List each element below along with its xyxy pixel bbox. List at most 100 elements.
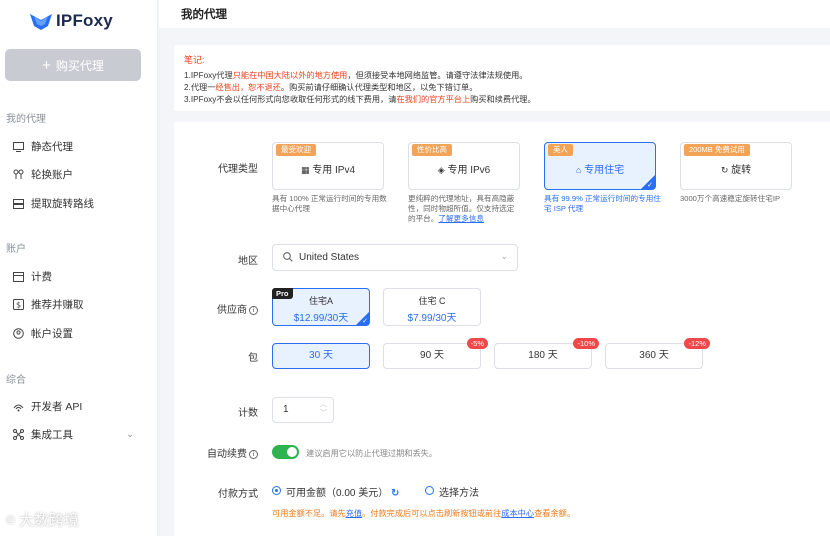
- proxy-type-ipv4[interactable]: 最受欢迎 ▦ 专用 IPv4: [272, 142, 384, 190]
- logo[interactable]: IPFoxy: [30, 10, 113, 32]
- server-icon: [12, 198, 24, 210]
- chevron-down-icon[interactable]: ⌄: [126, 429, 134, 440]
- proxy-type-title-text: 专用住宅: [584, 165, 625, 176]
- notice-highlight: 只能在中国大陆以外的地方使用: [232, 71, 348, 80]
- notice-line-1: 1.IPFoxy代理只能在中国大陆以外的地方使用，但须接受本地网络监管。请遵守法…: [184, 69, 527, 81]
- proxy-type-title: ⌂ 专用住宅: [545, 161, 655, 176]
- count-value: 1: [283, 404, 289, 415]
- sidebar-item-label: 帐户设置: [31, 328, 73, 340]
- supplier-option-a[interactable]: Pro 住宅A $12.99/30天 ✓: [272, 288, 370, 326]
- home-icon: ⌂: [575, 165, 582, 175]
- buy-proxy-button[interactable]: + 购买代理: [5, 49, 141, 81]
- proxy-type-ipv6[interactable]: 性价比高 ◈ 专用 IPv6: [408, 142, 520, 190]
- plus-icon: +: [42, 56, 51, 74]
- warning-text: 。付款完成后可以点击刷新按钮或前往: [362, 509, 502, 518]
- supplier-price: $7.99/30天: [407, 313, 457, 324]
- rotate-icon: ↻: [720, 165, 729, 175]
- fox-logo-icon: [30, 14, 52, 30]
- payment-balance-radio[interactable]: [272, 486, 281, 495]
- discount-badge: -5%: [466, 338, 488, 349]
- supplier-label: 供应商 i: [188, 301, 258, 316]
- supplier-option-c[interactable]: 住宅 C $7.99/30天: [383, 288, 481, 326]
- tag-badge: 美人: [548, 144, 573, 156]
- sidebar-item-billing[interactable]: 计费: [12, 269, 52, 284]
- recharge-link[interactable]: 充值: [346, 509, 362, 518]
- grid-icon: ▦: [300, 165, 310, 175]
- proxy-type-title: ↻ 旋转: [681, 161, 791, 176]
- proxy-type-desc: 具有 100% 正常运行时间的专用数据中心代理: [272, 194, 387, 213]
- package-label: 包: [248, 353, 258, 364]
- auto-renew-toggle[interactable]: [272, 445, 299, 459]
- sidebar-item-account-settings[interactable]: 帐户设置: [12, 326, 73, 341]
- sidebar-item-referral[interactable]: $ 推荐并赚取: [12, 297, 84, 312]
- buy-proxy-label: 购买代理: [55, 58, 104, 73]
- refresh-icon[interactable]: ↻: [391, 488, 399, 499]
- proxy-type-rotating[interactable]: 200MB 免费试用 ↻ 旋转: [680, 142, 792, 190]
- sidebar-item-label: 提取旋转路线: [31, 198, 94, 210]
- sidebar-item-rotating-account[interactable]: 轮换账户: [12, 167, 73, 182]
- sidebar-section-title: 我的代理: [6, 114, 46, 125]
- payment-balance-option[interactable]: 可用金额（0.00 美元） ↻: [286, 484, 399, 499]
- package-180-days[interactable]: 180 天 -10%: [494, 338, 599, 369]
- payment-method-option[interactable]: 选择方法: [439, 484, 479, 499]
- warning-text: 可用金额不足。请先: [272, 509, 346, 518]
- notice-text: 。购买前请仔细确认代理类型和地区，以免下错订单。: [280, 83, 478, 92]
- region-label: 地区: [238, 256, 258, 267]
- balance-amount: （0.00 美元）: [326, 488, 389, 499]
- sidebar-item-extract-route[interactable]: 提取旋转路线: [12, 196, 94, 211]
- discount-badge: -10%: [573, 338, 599, 349]
- package-90-days[interactable]: 90 天 -5%: [383, 338, 488, 369]
- watermark: © 大数跨境: [6, 509, 79, 530]
- region-select[interactable]: United States ⌄: [272, 244, 518, 271]
- tools-icon: [12, 429, 24, 441]
- sidebar-item-label: 推荐并赚取: [31, 299, 84, 311]
- check-icon: ✓: [362, 318, 368, 325]
- sidebar-item-static-proxy[interactable]: 静态代理: [12, 139, 73, 154]
- proxy-type-residential[interactable]: 美人 ⌂ 专用住宅 ✓: [544, 142, 656, 190]
- proxy-type-title: ◈ 专用 IPv6: [409, 161, 519, 176]
- api-icon: [12, 401, 24, 413]
- payment-option-text: 可用金额: [286, 488, 326, 499]
- monitor-icon: [12, 141, 24, 153]
- learn-more-link[interactable]: 了解更多信息: [438, 214, 484, 223]
- stepper-arrows-icon[interactable]: ︿ ﹀: [320, 400, 327, 418]
- search-icon: [283, 252, 293, 265]
- warning-text: 查看余额。: [534, 509, 576, 518]
- settings-icon: [12, 328, 24, 340]
- sidebar-item-label: 静态代理: [31, 141, 73, 153]
- pro-badge: Pro: [272, 288, 293, 299]
- info-icon[interactable]: i: [249, 306, 258, 315]
- cost-center-link[interactable]: 成本中心: [501, 509, 534, 518]
- payment-method-radio[interactable]: [425, 486, 434, 495]
- tag-badge: 最受欢迎: [276, 144, 316, 156]
- proxy-type-title: ▦ 专用 IPv4: [273, 161, 383, 176]
- count-stepper[interactable]: 1 ︿ ﹀: [272, 397, 334, 423]
- auto-renew-label-text: 自动续费: [207, 449, 247, 460]
- notice-line-3: 3.IPFoxy不会以任何形式向您收取任何形式的线下费用，请在我们的官方平台上购…: [184, 93, 536, 105]
- notice-text: 购买和续费代理。: [470, 95, 536, 104]
- notice-text: 2.代理一: [184, 83, 216, 92]
- notice-text: ，但须接受本地网络监管。请遵守法律法规使用。: [347, 71, 528, 80]
- sidebar-item-integration-tools[interactable]: 集成工具 ⌄: [12, 427, 134, 442]
- layers-icon: ◈: [437, 165, 445, 175]
- proxy-type-title-text: 专用 IPv4: [312, 165, 356, 176]
- page-title: 我的代理: [181, 9, 227, 21]
- package-label-text: 90 天: [420, 350, 444, 361]
- brand-name: IPFoxy: [56, 11, 113, 30]
- notice-line-2: 2.代理一经售出，恕不退还。购买前请仔细确认代理类型和地区，以免下错订单。: [184, 81, 477, 93]
- package-360-days[interactable]: 360 天 -12%: [605, 338, 710, 369]
- count-label: 计数: [238, 408, 258, 419]
- sidebar-item-developer-api[interactable]: 开发者 API: [12, 399, 82, 414]
- info-icon[interactable]: i: [249, 450, 258, 459]
- referral-icon: $: [12, 299, 24, 311]
- supplier-name: 住宅 C: [418, 296, 446, 306]
- auto-renew-hint: 建议启用它以防止代理过期和丢失。: [306, 449, 438, 458]
- proxy-type-title-text: 专用 IPv6: [447, 165, 491, 176]
- notice-heading: 笔记:: [184, 55, 205, 65]
- notice-highlight: 在我们的官方平台上: [396, 95, 471, 104]
- package-30-days[interactable]: 30 天: [272, 343, 370, 369]
- svg-text:$: $: [16, 301, 21, 310]
- toggle-knob: [287, 447, 297, 457]
- notice-text: 3.IPFoxy不会以任何形式向您收取任何形式的线下费用，请: [184, 95, 397, 104]
- sidebar: IPFoxy + 购买代理 我的代理 静态代理 轮换账户 提取旋转路线 账户 计…: [0, 0, 158, 536]
